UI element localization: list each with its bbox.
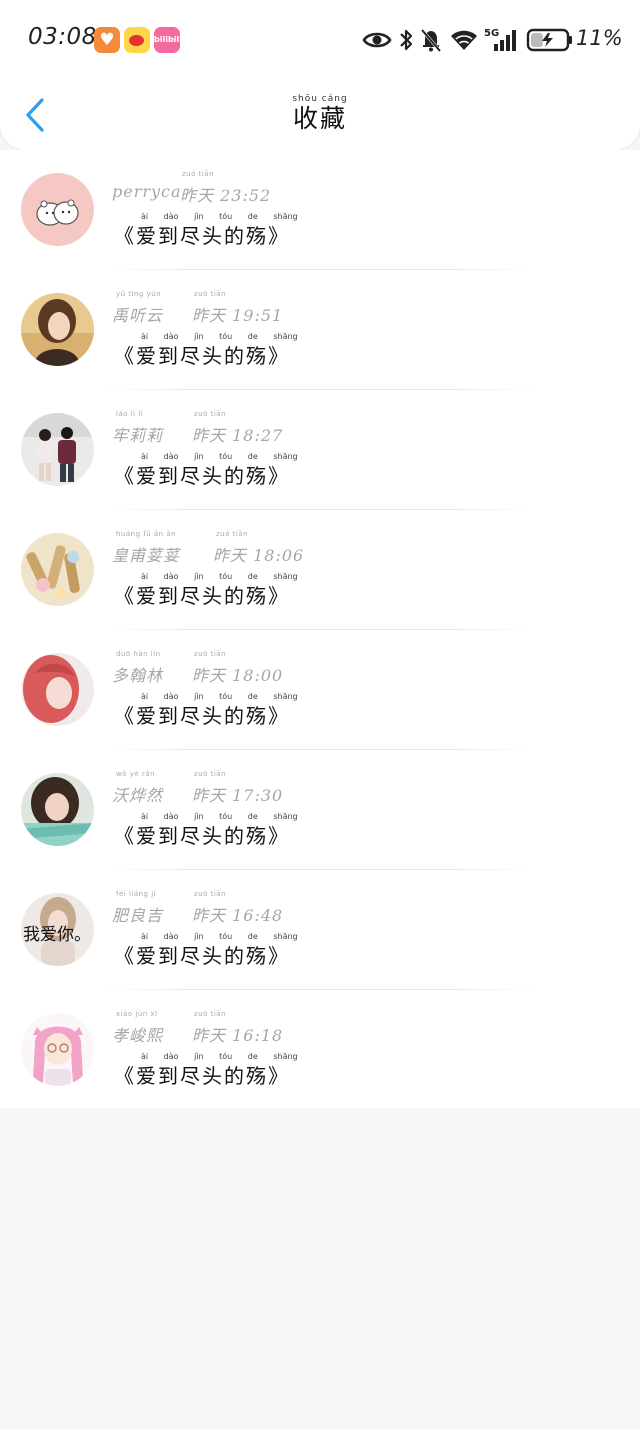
avatar <box>21 533 94 606</box>
name-pinyin: wò yè rán <box>116 770 156 778</box>
battery-percent: 11% <box>576 26 623 50</box>
list-item[interactable]: huáng fǔ ān ān zuó tiān 皇甫荽荽 昨天 18:06 ài… <box>0 510 640 630</box>
avatar <box>21 173 94 246</box>
stamp-pinyin: zuó tiān <box>216 530 249 538</box>
song-title: 《爱到尽头的殇》 <box>114 344 290 368</box>
song-title: 《爱到尽头的殇》 <box>114 704 290 728</box>
list-item[interactable]: zuó tiān perryca 昨天 23:52 ài dào jìn tóu… <box>0 150 640 270</box>
name-pinyin: láo lì lì <box>116 410 144 418</box>
song-title: 《爱到尽头的殇》 <box>114 1064 290 1088</box>
avatar <box>21 293 94 366</box>
list-item[interactable]: xiào jùn xī zuó tiān 孝峻熙 昨天 16:18 ài dào… <box>0 990 640 1110</box>
user-name: 沃烨然 <box>112 786 164 805</box>
bluetooth-icon <box>400 29 413 51</box>
stamp-pinyin: zuó tiān <box>194 890 227 898</box>
timestamp: 昨天 18:00 <box>192 666 284 685</box>
list-item[interactable]: láo lì lì zuó tiān 牢莉莉 昨天 18:27 ài dào j… <box>0 390 640 510</box>
header-card: 03:08 bilibili 5G <box>0 0 640 150</box>
user-name: 肥良吉 <box>112 906 164 925</box>
bilibili-app-icon: bilibili <box>154 27 182 53</box>
stamp-pinyin: zuó tiān <box>194 1010 227 1018</box>
name-pinyin: féi liáng jí <box>116 890 157 898</box>
timestamp: 昨天 16:18 <box>192 1026 284 1045</box>
list-item[interactable]: yǔ tīng yún zuó tiān 禹听云 昨天 19:51 ài dào… <box>0 270 640 390</box>
name-pinyin: xiào jùn xī <box>116 1010 158 1018</box>
user-name: perryca <box>112 182 182 201</box>
avatar <box>21 773 94 846</box>
user-name: 孝峻熙 <box>112 1026 164 1045</box>
song-title: 《爱到尽头的殇》 <box>114 224 290 248</box>
song-title: 《爱到尽头的殇》 <box>114 824 290 848</box>
user-name: 牢莉莉 <box>112 426 164 445</box>
list-item[interactable]: 我爱你。 féi liáng jí zuó tiān 肥良吉 昨天 16:48 … <box>0 870 640 990</box>
name-pinyin: huáng fǔ ān ān <box>116 530 177 538</box>
stamp-pinyin: zuó tiān <box>194 290 227 298</box>
svg-text:5G: 5G <box>484 28 499 39</box>
name-pinyin: yǔ tīng yún <box>116 290 162 298</box>
name-pinyin: duō hàn lín <box>116 650 161 658</box>
page-title-pinyin: shōu cáng <box>292 94 348 104</box>
avatar <box>21 413 94 486</box>
stamp-pinyin: zuó tiān <box>194 650 227 658</box>
timestamp: 昨天 19:51 <box>192 306 284 325</box>
battery-fill <box>531 33 543 47</box>
weibo-app-icon <box>124 27 150 53</box>
avatar <box>21 653 94 726</box>
status-bar: 03:08 bilibili 5G <box>0 0 640 80</box>
timestamp: 昨天 18:27 <box>192 426 284 445</box>
song-title: 《爱到尽头的殇》 <box>114 584 290 608</box>
user-name: 皇甫荽荽 <box>112 546 181 565</box>
bell-muted-icon <box>420 29 442 52</box>
avatar <box>21 1013 94 1086</box>
user-name: 禹听云 <box>112 306 164 325</box>
avatar: 我爱你。 <box>21 893 94 966</box>
list-item[interactable]: wò yè rán zuó tiān 沃烨然 昨天 17:30 ài dào j… <box>0 750 640 870</box>
song-title: 《爱到尽头的殇》 <box>114 944 290 968</box>
stamp-pinyin: zuó tiān <box>194 410 227 418</box>
list-item[interactable]: duō hàn lín zuó tiān 多翰林 昨天 18:00 ài dào… <box>0 630 640 750</box>
timestamp: 昨天 16:48 <box>192 906 284 925</box>
timestamp: 昨天 18:06 <box>213 546 305 565</box>
eye-icon <box>362 32 392 48</box>
page-title: shōu cáng 收藏 <box>0 94 640 134</box>
heart-app-icon <box>94 27 120 53</box>
wifi-icon <box>451 30 477 50</box>
page-title-text: 收藏 <box>292 104 347 133</box>
stamp-pinyin: zuó tiān <box>194 770 227 778</box>
status-time: 03:08 <box>28 24 97 50</box>
timestamp: 昨天 17:30 <box>192 786 284 805</box>
battery-icon <box>526 28 572 52</box>
avatar-caption: 我爱你。 <box>23 925 91 945</box>
song-title: 《爱到尽头的殇》 <box>114 464 290 488</box>
timestamp: 昨天 23:52 <box>180 186 272 205</box>
user-name: 多翰林 <box>112 666 164 685</box>
favorites-list: zuó tiān perryca 昨天 23:52 ài dào jìn tóu… <box>0 150 640 1108</box>
nav-bar: shōu cáng 收藏 <box>0 80 640 150</box>
stamp-pinyin: zuó tiān <box>182 170 215 178</box>
signal-icon: 5G <box>484 28 516 51</box>
